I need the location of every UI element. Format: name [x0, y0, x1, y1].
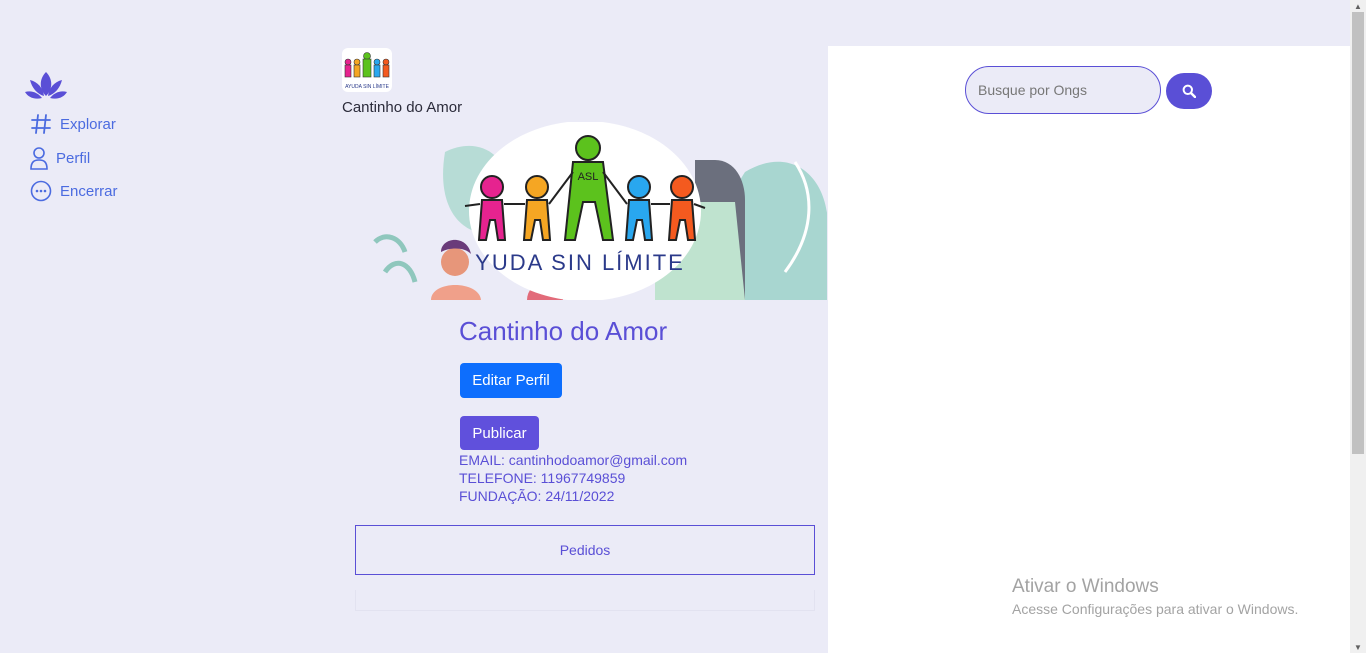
windows-watermark-title: Ativar o Windows	[1012, 576, 1159, 597]
pedidos-content	[355, 590, 815, 611]
profile-email: EMAIL: cantinhodoamor@gmail.com	[459, 452, 688, 468]
pedidos-tab[interactable]: Pedidos	[355, 525, 815, 575]
banner-text: YUDA SIN LÍMITE	[475, 250, 685, 275]
sidebar-item-encerrar[interactable]: Encerrar	[30, 180, 118, 202]
more-circle-icon	[30, 180, 52, 202]
windows-watermark-subtitle: Acesse Configurações para ativar o Windo…	[1012, 601, 1299, 617]
avatar-caption: AYUDA SIN LÍMITE	[345, 83, 389, 90]
scrollbar-thumb[interactable]	[1352, 12, 1364, 454]
sidebar-item-label: Perfil	[56, 149, 91, 167]
publish-button[interactable]: Publicar	[460, 416, 539, 450]
header-profile-name: Cantinho do Amor	[342, 99, 463, 116]
right-panel	[828, 46, 1350, 653]
user-icon	[30, 147, 48, 170]
sidebar-item-perfil[interactable]: Perfil	[30, 146, 90, 170]
profile-phone: TELEFONE: 11967749859	[459, 470, 626, 486]
search-icon	[1182, 84, 1196, 98]
profile-info: EMAIL: cantinhodoamor@gmail.com TELEFONE…	[459, 451, 687, 505]
lotus-logo-icon[interactable]	[24, 70, 68, 102]
hash-icon	[31, 114, 51, 134]
search-button[interactable]	[1166, 73, 1212, 109]
sidebar-item-label: Encerrar	[60, 182, 118, 200]
scroll-up-arrow-icon[interactable]: ▲	[1350, 0, 1366, 12]
profile-founded: FUNDAÇÃO: 24/11/2022	[459, 488, 615, 504]
edit-profile-button[interactable]: Editar Perfil	[460, 363, 562, 398]
sidebar-item-label: Explorar	[60, 115, 116, 133]
search-input[interactable]	[965, 66, 1161, 114]
scroll-down-arrow-icon[interactable]: ▼	[1350, 641, 1366, 653]
sidebar-item-explorar[interactable]: Explorar	[30, 113, 116, 135]
banner-badge: ASL	[578, 171, 599, 183]
profile-avatar-small[interactable]: AYUDA SIN LÍMITE	[342, 48, 392, 92]
profile-title: Cantinho do Amor	[459, 316, 668, 346]
profile-banner: ASL YUDA SIN LÍMITE	[355, 122, 827, 300]
